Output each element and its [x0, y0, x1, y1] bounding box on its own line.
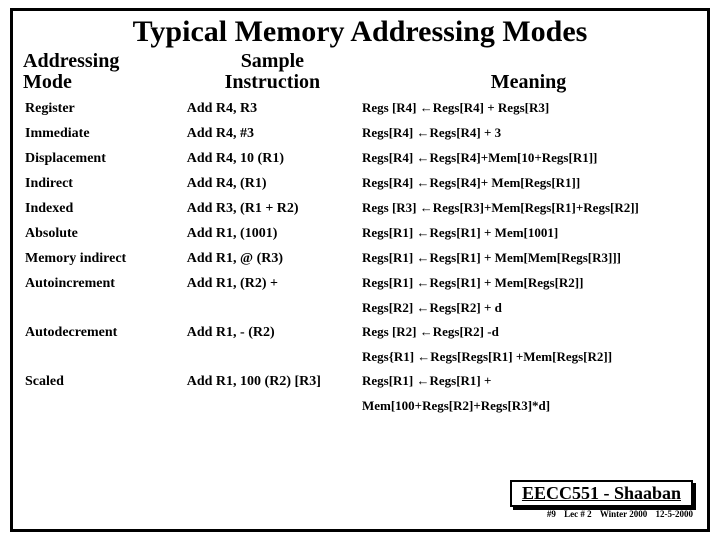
- cell-mode: Autodecrement: [23, 321, 185, 346]
- cell-mode: Memory indirect: [23, 247, 185, 272]
- slide-number: #9: [547, 509, 556, 519]
- cell-mode: Indirect: [23, 171, 185, 196]
- header-instruction: Sample Instruction: [185, 51, 360, 96]
- cell-meaning: Regs[R1] ←Regs[R1] + Mem[Mem[Regs[R3]]]: [360, 247, 697, 272]
- cell-mode: Register: [23, 96, 185, 121]
- date-label: 12-5-2000: [656, 509, 694, 519]
- table-row: Regs[R2] ←Regs[R2] + d: [23, 297, 697, 321]
- term-label: Winter 2000: [600, 509, 647, 519]
- cell-meaning: Regs [R4] ←Regs[R4] + Regs[R3]: [360, 96, 697, 121]
- table-row: RegisterAdd R4, R3Regs [R4] ←Regs[R4] + …: [23, 96, 697, 121]
- cell-instruction: Add R4, 10 (R1): [185, 146, 360, 171]
- table-row: IndirectAdd R4, (R1)Regs[R4] ←Regs[R4]+ …: [23, 171, 697, 196]
- cell-mode: Absolute: [23, 221, 185, 246]
- cell-mode: Indexed: [23, 196, 185, 221]
- table-row: ScaledAdd R1, 100 (R2) [R3]Regs[R1] ←Reg…: [23, 370, 697, 395]
- cell-meaning: Regs [R3] ←Regs[R3]+Mem[Regs[R1]+Regs[R2…: [360, 196, 697, 221]
- cell-instruction: [185, 297, 360, 321]
- table-row: Memory indirectAdd R1, @ (R3)Regs[R1] ←R…: [23, 247, 697, 272]
- slide-footer-meta: #9 Lec # 2 Winter 2000 12-5-2000: [541, 509, 693, 519]
- slide-frame: Typical Memory Addressing Modes Addressi…: [10, 8, 710, 532]
- cell-mode: [23, 395, 185, 419]
- cell-mode: Displacement: [23, 146, 185, 171]
- table-row: IndexedAdd R3, (R1 + R2)Regs [R3] ←Regs[…: [23, 196, 697, 221]
- cell-instruction: [185, 395, 360, 419]
- table-row: AutodecrementAdd R1, - (R2)Regs [R2] ←Re…: [23, 321, 697, 346]
- cell-mode: Autoincrement: [23, 272, 185, 297]
- cell-instruction: Add R1, 100 (R2) [R3]: [185, 370, 360, 395]
- cell-instruction: Add R4, #3: [185, 121, 360, 146]
- cell-instruction: Add R3, (R1 + R2): [185, 196, 360, 221]
- cell-mode: [23, 346, 185, 370]
- cell-meaning: Regs[R4] ←Regs[R4] + 3: [360, 121, 697, 146]
- cell-meaning: Regs[R4] ←Regs[R4]+ Mem[Regs[R1]]: [360, 171, 697, 196]
- cell-mode: Scaled: [23, 370, 185, 395]
- lecture-number: Lec # 2: [564, 509, 592, 519]
- cell-instruction: Add R4, (R1): [185, 171, 360, 196]
- cell-instruction: Add R4, R3: [185, 96, 360, 121]
- course-footer-box: EECC551 - Shaaban: [510, 480, 693, 507]
- cell-meaning: Regs[R1] ←Regs[R1] +: [360, 370, 697, 395]
- cell-instruction: Add R1, @ (R3): [185, 247, 360, 272]
- table-row: Mem[100+Regs[R2]+Regs[R3]*d]: [23, 395, 697, 419]
- addressing-modes-table: Addressing Mode Sample Instruction Meani…: [23, 51, 697, 419]
- cell-meaning: Regs[R2] ←Regs[R2] + d: [360, 297, 697, 321]
- slide-title: Typical Memory Addressing Modes: [23, 15, 697, 49]
- table-row: DisplacementAdd R4, 10 (R1)Regs[R4] ←Reg…: [23, 146, 697, 171]
- table-row: AutoincrementAdd R1, (R2) +Regs[R1] ←Reg…: [23, 272, 697, 297]
- cell-mode: Immediate: [23, 121, 185, 146]
- table-row: ImmediateAdd R4, #3Regs[R4] ←Regs[R4] + …: [23, 121, 697, 146]
- cell-instruction: Add R1, - (R2): [185, 321, 360, 346]
- cell-meaning: Regs[R4] ←Regs[R4]+Mem[10+Regs[R1]]: [360, 146, 697, 171]
- cell-instruction: Add R1, (R2) +: [185, 272, 360, 297]
- cell-meaning: Regs[R1] ←Regs[R1] + Mem[1001]: [360, 221, 697, 246]
- cell-meaning: Regs [R2] ←Regs[R2] -d: [360, 321, 697, 346]
- cell-instruction: [185, 346, 360, 370]
- header-mode: Addressing Mode: [23, 51, 185, 96]
- cell-instruction: Add R1, (1001): [185, 221, 360, 246]
- table-row: Regs{R1] ←Regs[Regs[R1] +Mem[Regs[R2]]: [23, 346, 697, 370]
- header-meaning: Meaning: [360, 51, 697, 96]
- cell-mode: [23, 297, 185, 321]
- cell-meaning: Regs[R1] ←Regs[R1] + Mem[Regs[R2]]: [360, 272, 697, 297]
- cell-meaning: Regs{R1] ←Regs[Regs[R1] +Mem[Regs[R2]]: [360, 346, 697, 370]
- table-row: AbsoluteAdd R1, (1001)Regs[R1] ←Regs[R1]…: [23, 221, 697, 246]
- table-header-row: Addressing Mode Sample Instruction Meani…: [23, 51, 697, 96]
- cell-meaning: Mem[100+Regs[R2]+Regs[R3]*d]: [360, 395, 697, 419]
